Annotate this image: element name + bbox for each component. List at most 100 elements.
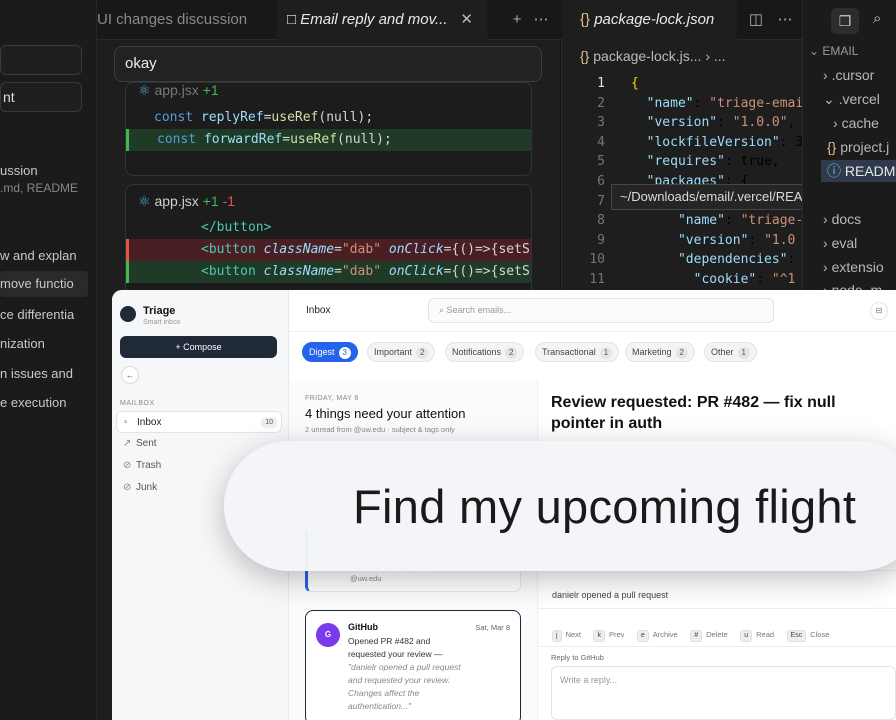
line-code: "name": "triage- (677, 213, 802, 229)
json-icon: {} (580, 48, 594, 64)
chevron-down-icon: ⌄ (809, 44, 823, 58)
chip-other[interactable]: Other 1 (704, 342, 757, 362)
diff-added: +1 (202, 193, 219, 209)
split-editor-icon[interactable]: ◫ (744, 0, 768, 40)
line-code: "version": "1.0 (677, 232, 796, 248)
tab-label: UI changes discussion (97, 11, 248, 28)
history-item[interactable]: nization (0, 336, 88, 351)
section-label: EMAIL (822, 44, 859, 58)
digest-title[interactable]: 4 things need your attention (305, 406, 465, 421)
chip-marketing[interactable]: Marketing 2 (625, 342, 695, 362)
info-icon: ⓘ (827, 163, 845, 179)
chip-label: Important (374, 347, 413, 357)
email-card[interactable]: G GitHub Sat, Mar 8 Opened PR #482 and r… (305, 610, 521, 720)
breadcrumb-more[interactable]: ... (714, 48, 726, 64)
tree-label: docs (831, 211, 862, 227)
editor-line: 8 "name": "triage- (561, 211, 802, 231)
chip-label: Other (711, 347, 734, 357)
tree-item[interactable]: › extensio (823, 259, 884, 275)
send-icon: ↗ (123, 438, 132, 449)
chip-important[interactable]: Important 2 (367, 342, 436, 362)
tab-email-reply[interactable]: □ Email reply and mov... ✕ (277, 0, 487, 40)
kbd-label: Next (565, 630, 581, 639)
editor-line: 2 "name": "triage-emai (561, 94, 802, 114)
tree-label: cache (841, 115, 879, 131)
history-item[interactable]: ussion (0, 163, 88, 178)
code-card-header: ⚛ app.jsx +1 -1 (126, 185, 531, 217)
query-overlay[interactable]: Find my upcoming flight (224, 441, 896, 571)
tree-item[interactable]: › .cursor (823, 67, 874, 83)
chip-count: 3 (338, 347, 351, 359)
history-item[interactable]: e execution (0, 395, 88, 410)
back-arrow-icon[interactable]: ← (121, 366, 139, 384)
mailbox-label: MAILBOX (120, 400, 155, 407)
avatar: G (316, 623, 340, 647)
divider (538, 608, 896, 609)
tree-item[interactable]: › cache (833, 115, 879, 131)
search-icon: ⌕ (439, 305, 447, 315)
message-body: danielr opened a pull request (552, 590, 669, 600)
more-icon[interactable]: ⋯ (529, 0, 553, 40)
left-button-1[interactable] (0, 45, 82, 75)
history-item-active[interactable]: move functio (0, 271, 88, 297)
tree-label: .vercel (838, 91, 880, 107)
divider (538, 646, 896, 647)
kbd-key: e (636, 630, 649, 642)
email-preview: "danielr opened a pull request and reque… (348, 662, 461, 711)
reply-textarea[interactable]: Write a reply... (551, 666, 896, 720)
history-item[interactable]: w and explan (0, 248, 88, 263)
nav-inbox[interactable]: ▫ Inbox 10 (116, 411, 282, 433)
code-card-header: ⚛ app.jsx +1 (126, 83, 531, 103)
chip-digest[interactable]: Digest 3 (302, 342, 358, 362)
layout-icon[interactable]: ⊟ (870, 302, 888, 320)
line-number: 1 (597, 76, 605, 91)
more-icon[interactable]: ⋯ (773, 0, 797, 40)
new-tab-icon[interactable]: + (502, 0, 532, 40)
line-number: 5 (597, 154, 605, 170)
query-text: Find my upcoming flight (353, 480, 857, 533)
json-icon: {} (827, 139, 841, 155)
react-icon: ⚛ (138, 193, 151, 209)
breadcrumb: {} package-lock.js... › ... (580, 48, 800, 68)
line-code: "cookie": "^1 (693, 272, 796, 287)
code-line-added: const forwardRef=useRef(null); (126, 129, 531, 151)
line-number: 2 (597, 95, 605, 111)
tree-item[interactable]: › docs (823, 211, 861, 227)
digest-subtitle: 2 unread from @uw.edu · subject & tags o… (305, 425, 455, 434)
left-button-2[interactable]: nt (0, 82, 82, 112)
breadcrumb-file[interactable]: package-lock.js... (593, 48, 701, 64)
kbd-label: Archive (652, 630, 678, 639)
code-line: const replyRef=useRef(null); (154, 110, 374, 125)
copy-icon[interactable]: ❐ (831, 8, 859, 34)
tree-item[interactable]: {} project.j (827, 139, 889, 155)
history-item-sub: .md, README (0, 181, 79, 195)
history-item[interactable]: n issues and (0, 366, 88, 381)
explorer-section[interactable]: ⌄ EMAIL (809, 44, 858, 58)
search-icon[interactable]: ⌕ (873, 10, 881, 27)
tree-item[interactable]: › eval (823, 235, 857, 251)
chevron-right-icon: › (823, 235, 832, 251)
nav-label: Junk (136, 482, 158, 493)
editor-line: 11 "cookie": "^1 (561, 270, 802, 290)
reply-label: Reply to GitHub (551, 653, 604, 662)
kbd-key: j (552, 630, 562, 642)
code-card-2: ⚛ app.jsx +1 -1 </button> <button classN… (125, 184, 532, 304)
tree-item-selected[interactable]: ⓘ READM (821, 160, 896, 182)
chip-transactional[interactable]: Transactional 1 (535, 342, 620, 362)
history-item[interactable]: ce differentia (0, 307, 88, 322)
chip-notifications[interactable]: Notifications 2 (445, 342, 525, 362)
chip-label: Marketing (632, 347, 672, 357)
compose-button[interactable]: + Compose (120, 336, 277, 358)
tab-package-lock[interactable]: {} package-lock.json (562, 0, 737, 40)
line-number: 8 (597, 213, 605, 229)
brand-tagline: Smart inbox (143, 319, 181, 326)
close-icon[interactable]: ✕ (460, 0, 473, 40)
json-icon: {} (580, 11, 595, 28)
tree-item[interactable]: ⌄ .vercel (823, 91, 880, 108)
chip-label: Transactional (542, 347, 596, 357)
tab-ui-changes[interactable]: UI changes discussion (97, 0, 275, 40)
plus-icon: + (175, 342, 184, 352)
search-input[interactable]: ⌕ Search emails... (428, 298, 774, 323)
tab-label: package-lock.json (594, 11, 715, 28)
chat-input[interactable]: okay (114, 46, 542, 82)
